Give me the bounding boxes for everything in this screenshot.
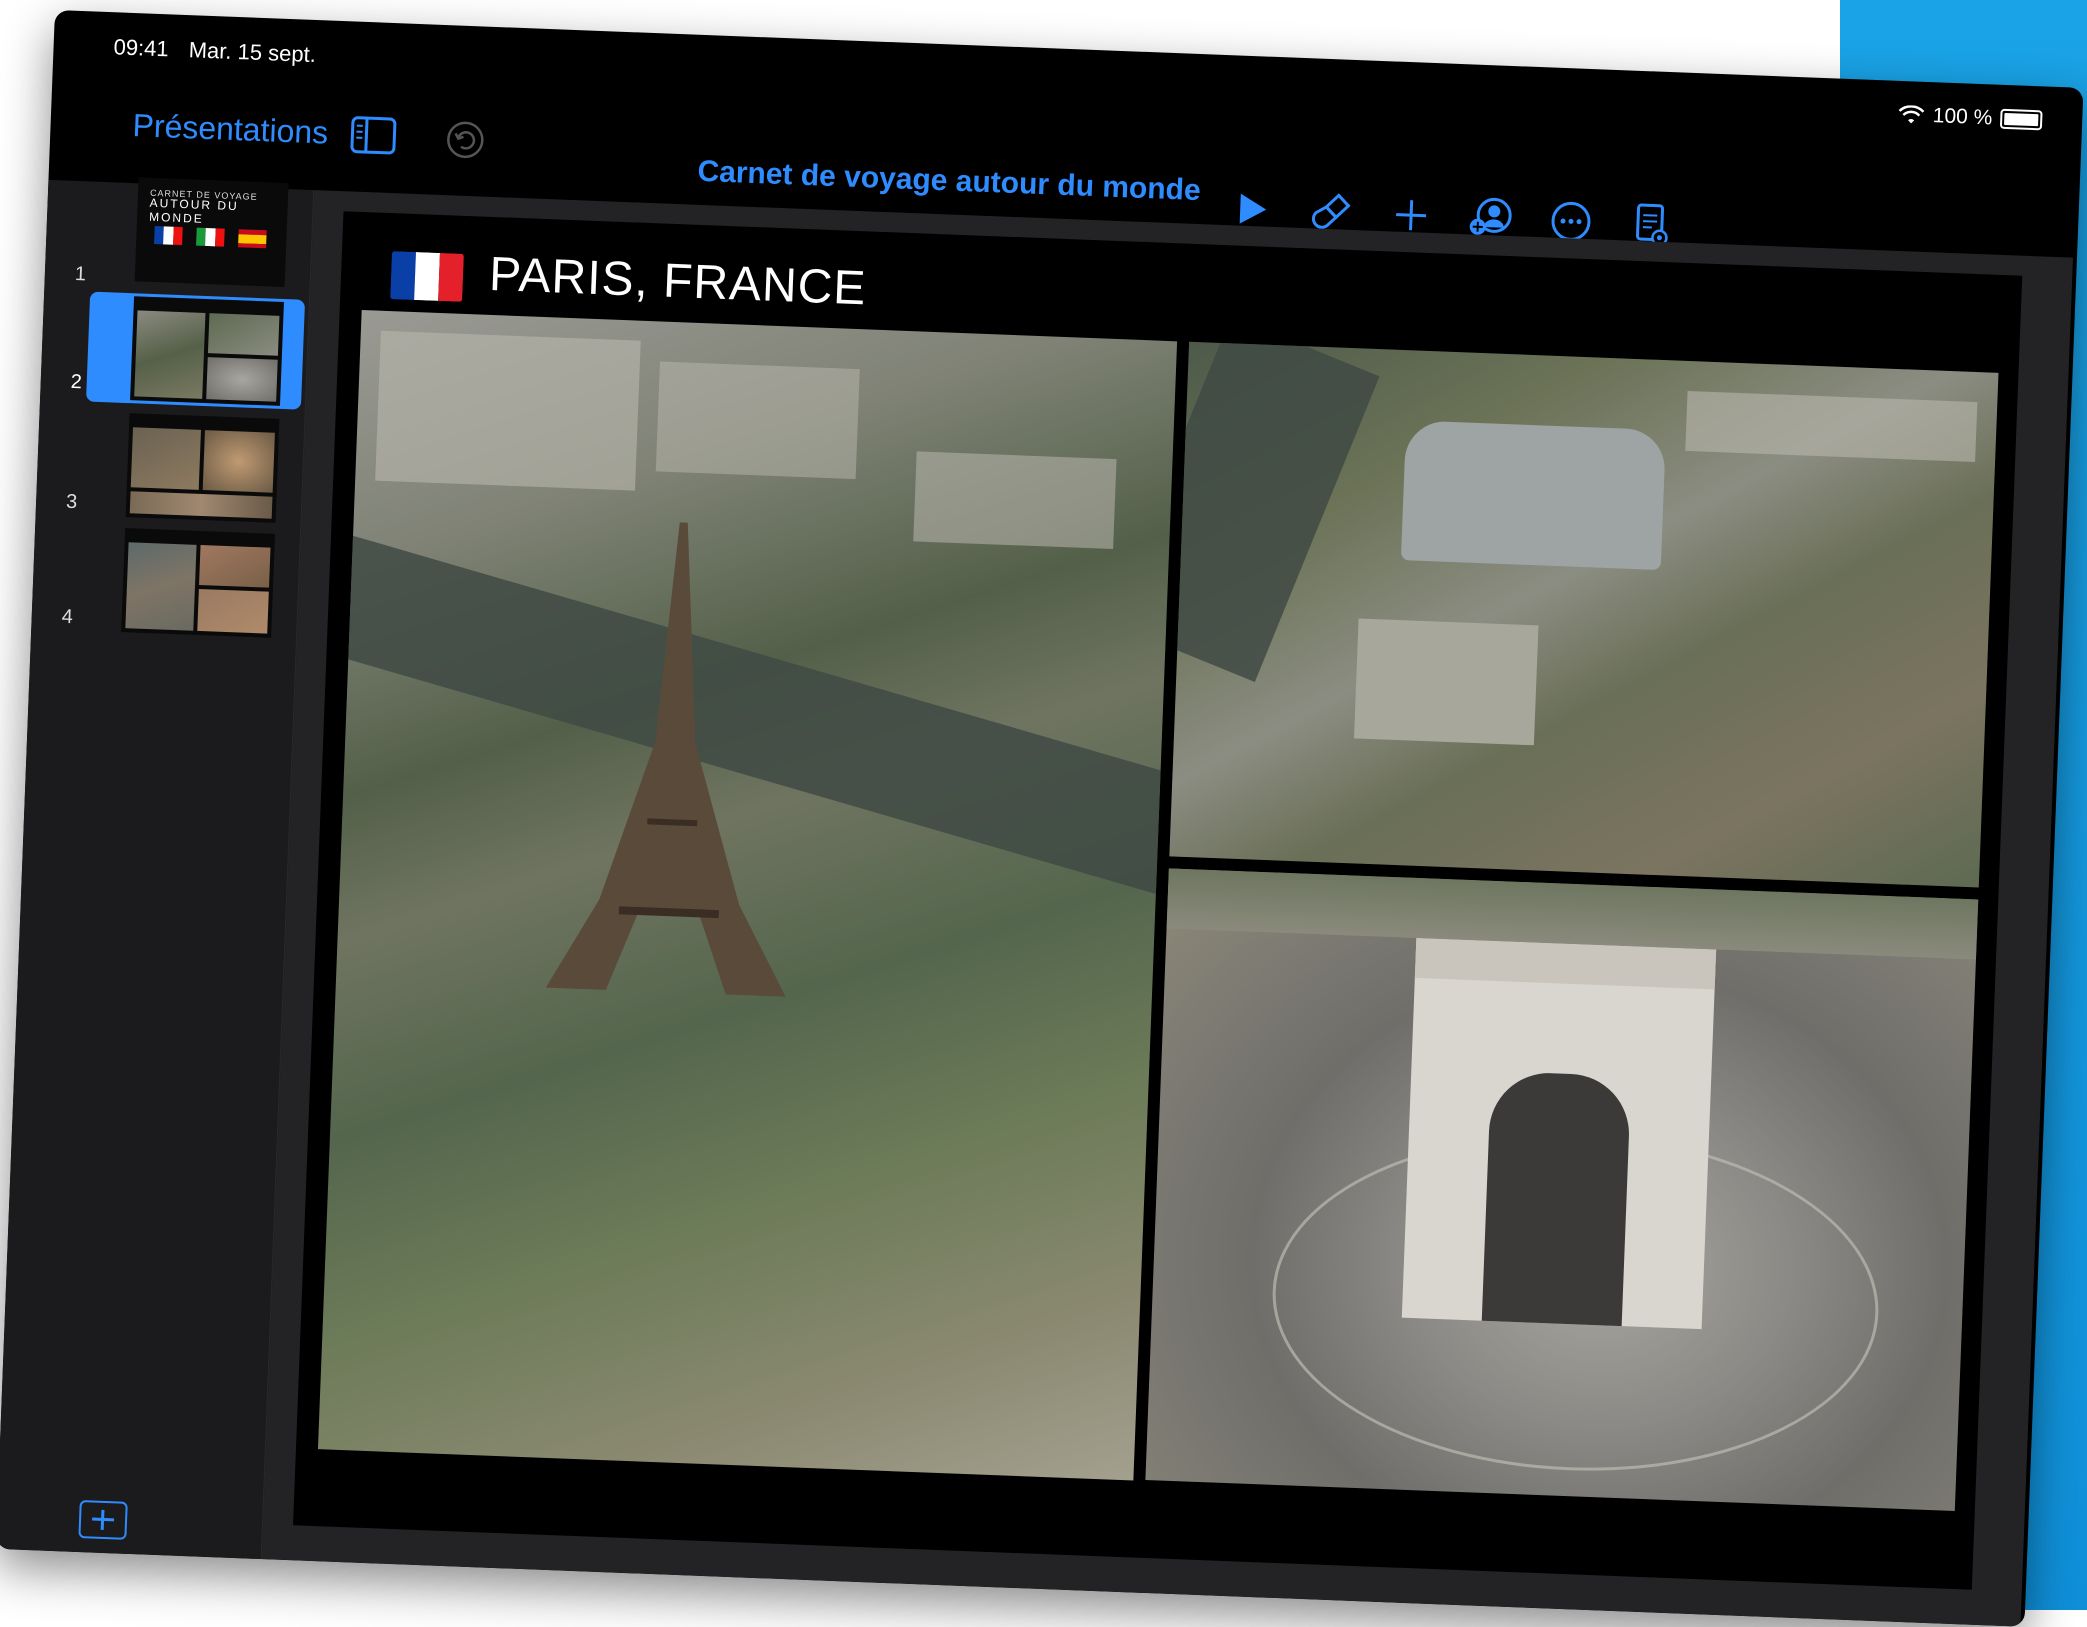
ipad-device: 09:41 Mar. 15 sept. 100 % Présentations … <box>0 10 2084 1627</box>
current-slide[interactable]: PARIS, FRANCE <box>293 211 2022 1590</box>
slide-thumbnail-2[interactable]: 2 <box>44 290 309 300</box>
battery-icon <box>2000 109 2043 131</box>
undo-icon[interactable] <box>445 119 487 161</box>
eiffel-tower-shape <box>535 518 813 1008</box>
flag-france-icon <box>390 251 464 302</box>
slide-preview <box>121 528 275 638</box>
flag-spain-icon <box>238 229 267 248</box>
arc-de-triomphe-photo[interactable] <box>1145 868 1978 1511</box>
eiffel-tower-photo[interactable] <box>318 310 1177 1480</box>
status-date: Mar. 15 sept. <box>188 37 316 67</box>
slide-title[interactable]: PARIS, FRANCE <box>488 247 867 316</box>
slide-thumbnail-1[interactable]: 1 CARNET DE VOYAGE AUTOUR DU MONDE <box>48 180 313 190</box>
sidebar-toggle-icon[interactable] <box>350 115 397 155</box>
battery-percent: 100 % <box>1932 104 1992 130</box>
add-slide-button[interactable] <box>78 1500 127 1540</box>
slide-preview <box>126 413 280 523</box>
slide-number: 1 <box>74 263 86 286</box>
status-time: 09:41 <box>113 34 169 61</box>
slide-navigator: 1 CARNET DE VOYAGE AUTOUR DU MONDE 2 3 <box>0 180 314 1559</box>
slide-number: 4 <box>61 606 73 629</box>
slide-thumbnail-3[interactable]: 3 <box>40 410 305 420</box>
status-time-date: 09:41 Mar. 15 sept. <box>113 34 316 68</box>
status-indicators: 100 % <box>1898 103 2042 132</box>
slide-canvas: PARIS, FRANCE <box>262 190 2073 1627</box>
slide-number: 2 <box>70 371 82 394</box>
slide-preview: CARNET DE VOYAGE AUTOUR DU MONDE <box>135 177 289 287</box>
slide-number: 3 <box>66 491 78 514</box>
document-title[interactable]: Carnet de voyage autour du monde <box>669 154 1230 209</box>
thumb-title-big: AUTOUR DU MONDE <box>149 196 288 229</box>
flag-italy-icon <box>196 228 225 247</box>
slide-thumbnail-4[interactable]: 4 <box>35 525 300 535</box>
flag-france-icon <box>154 226 183 245</box>
grand-palais-photo[interactable] <box>1169 342 1998 888</box>
wifi-icon <box>1898 105 1925 126</box>
back-button[interactable]: Présentations <box>132 107 329 151</box>
slide-preview <box>130 296 284 406</box>
